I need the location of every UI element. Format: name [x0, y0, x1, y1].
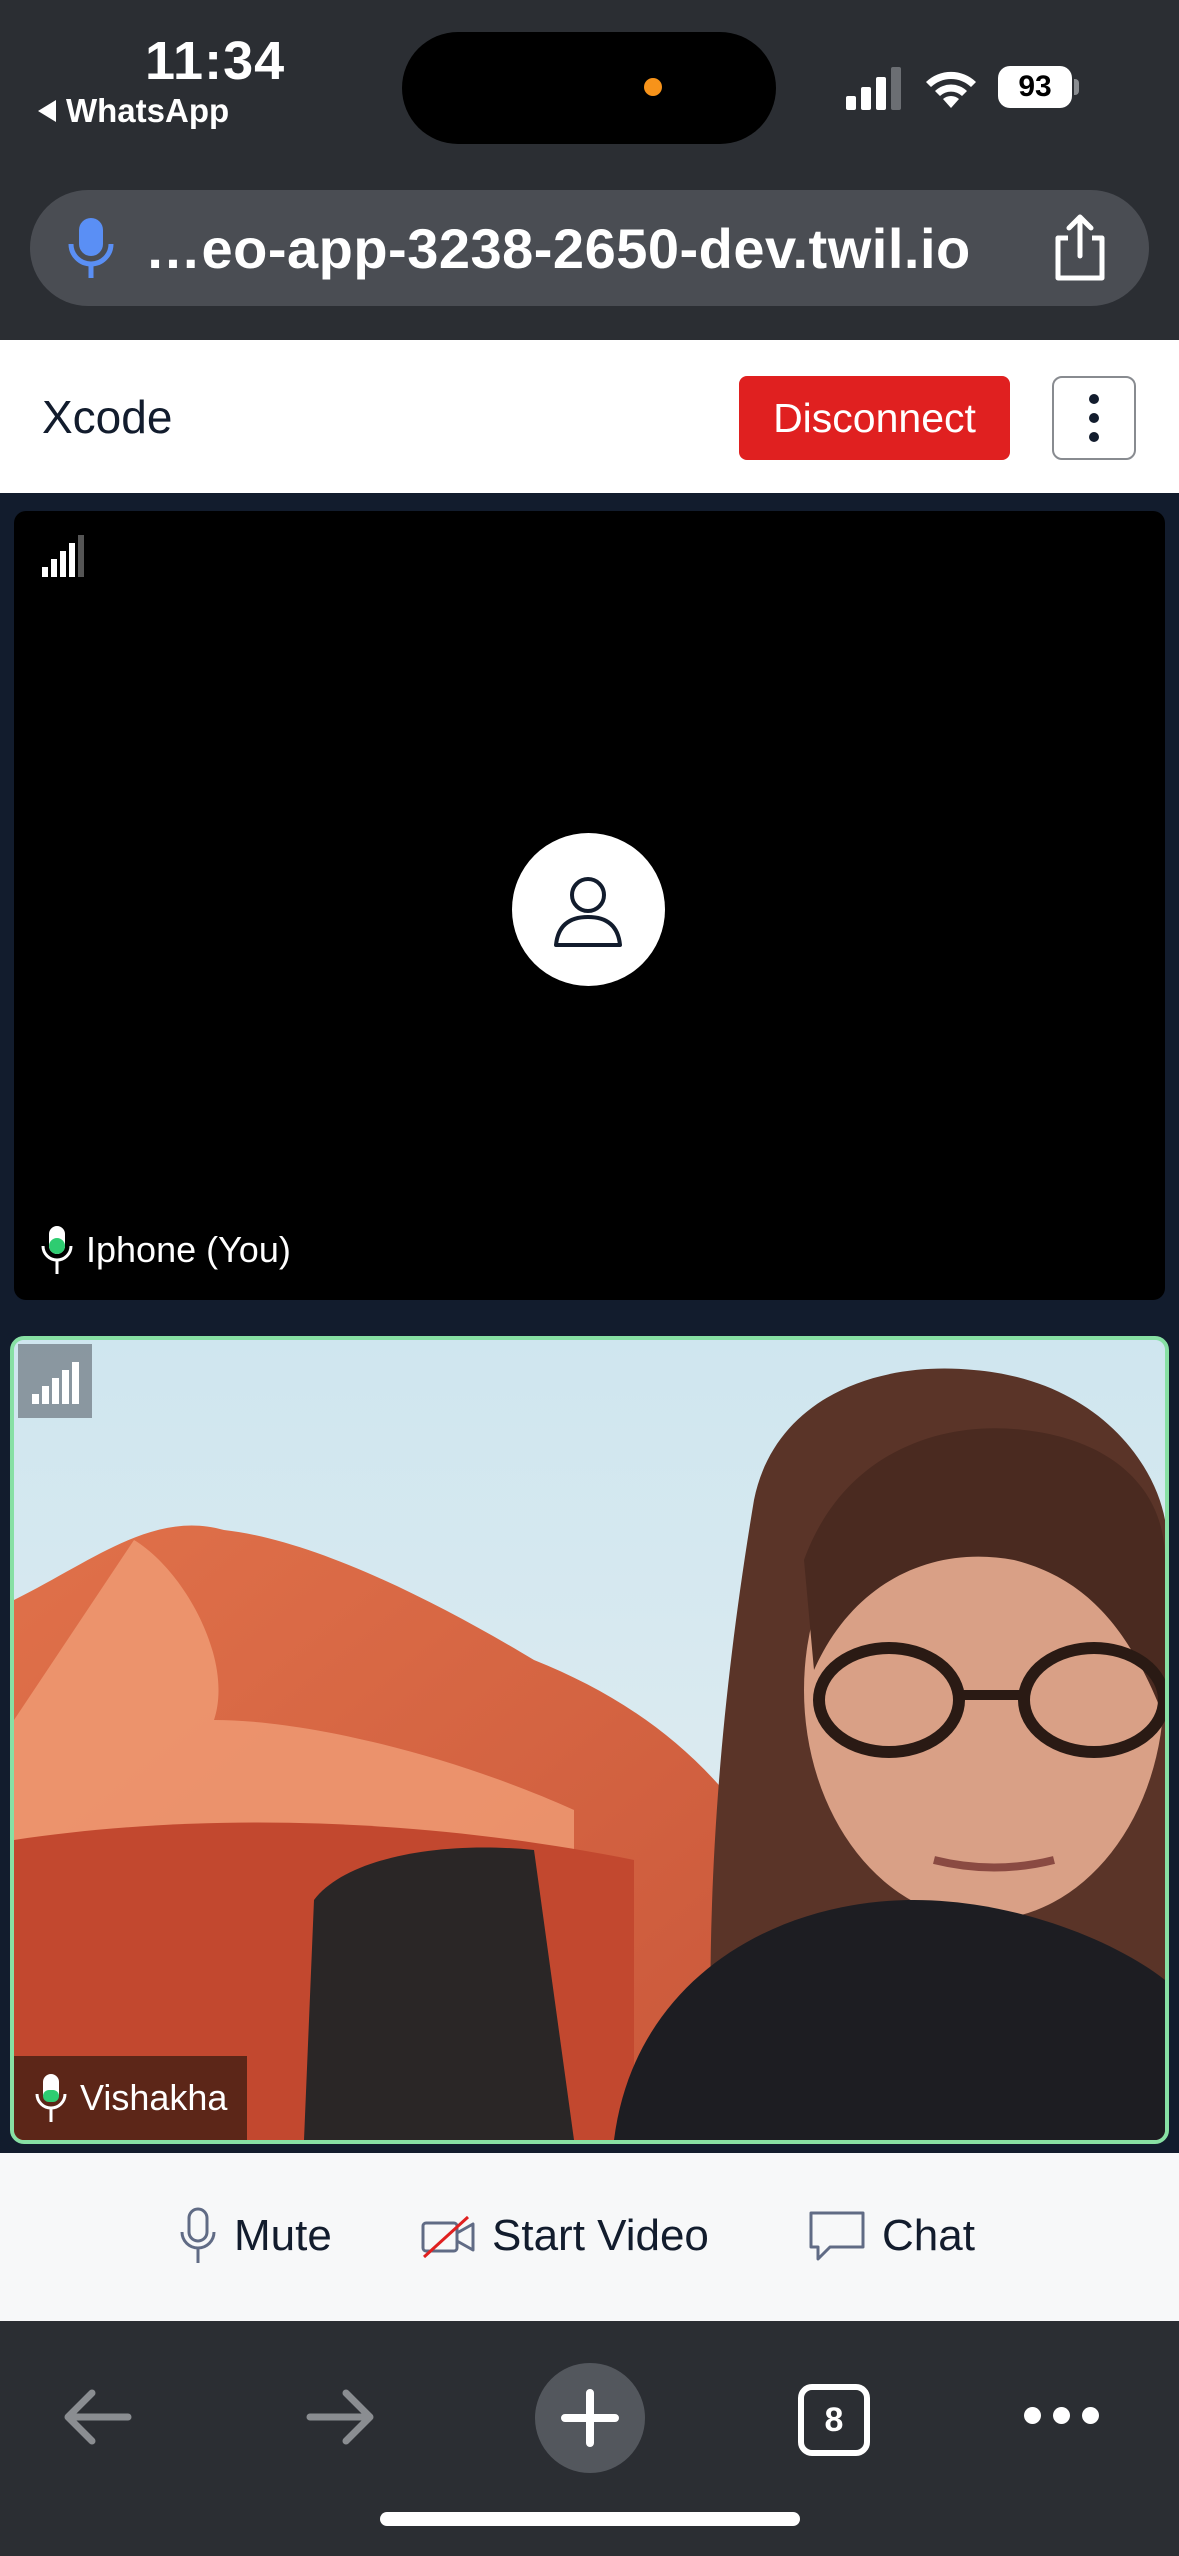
home-indicator[interactable] — [380, 2512, 800, 2526]
mute-button[interactable]: Mute — [178, 2201, 332, 2271]
back-arrow-icon[interactable] — [58, 2385, 134, 2449]
more-menu-button[interactable] — [1024, 2407, 1099, 2424]
back-app-label: WhatsApp — [66, 92, 230, 129]
network-quality-indicator — [18, 1344, 92, 1418]
forward-arrow-icon[interactable] — [304, 2385, 380, 2449]
mute-label: Mute — [234, 2211, 332, 2260]
wifi-icon — [926, 71, 976, 108]
battery-icon: 93 — [998, 66, 1079, 108]
participant-tile-local[interactable]: Iphone (You) — [14, 511, 1165, 1300]
person-icon — [554, 877, 622, 947]
cellular-signal-icon — [846, 67, 901, 110]
more-dots-icon — [1024, 2407, 1041, 2424]
address-bar[interactable]: …eo-app-3238-2650-dev.twil.io — [30, 190, 1149, 306]
tabs-button[interactable]: 8 — [798, 2384, 870, 2456]
plus-icon — [561, 2389, 619, 2447]
participant-grid: Iphone (You) Vishakha — [0, 493, 1179, 2153]
url-text[interactable]: …eo-app-3238-2650-dev.twil.io — [145, 216, 971, 281]
new-tab-button[interactable] — [535, 2363, 645, 2473]
back-to-app-link[interactable]: WhatsApp — [38, 92, 229, 130]
call-controls: Mute Start Video Chat — [0, 2153, 1179, 2321]
status-bar: 11:34 WhatsApp 93 — [0, 0, 1179, 180]
network-quality-icon — [32, 1362, 79, 1404]
participant-name: Vishakha — [80, 2077, 228, 2118]
microphone-icon — [180, 2207, 216, 2263]
share-icon[interactable] — [1050, 212, 1110, 282]
chat-icon — [809, 2211, 865, 2261]
chat-label: Chat — [882, 2211, 975, 2260]
microphone-icon — [35, 2074, 67, 2122]
chat-button[interactable]: Chat — [808, 2201, 975, 2271]
recording-indicator-dot — [644, 78, 662, 96]
microphone-icon[interactable] — [64, 216, 118, 280]
avatar — [512, 833, 665, 986]
participant-video-feed — [14, 1340, 1165, 2140]
vertical-ellipsis-icon — [1089, 394, 1099, 404]
battery-level: 93 — [998, 66, 1072, 108]
participant-label: Vishakha — [14, 2056, 248, 2140]
start-video-label: Start Video — [492, 2211, 709, 2260]
menu-button[interactable] — [1052, 376, 1136, 460]
room-name: Xcode — [42, 391, 173, 443]
room-header: Xcode Disconnect — [0, 340, 1179, 493]
participant-tile-remote[interactable]: Vishakha — [10, 1336, 1169, 2144]
start-video-button[interactable]: Start Video — [420, 2201, 709, 2271]
back-arrow-icon — [38, 100, 56, 122]
participant-label: Iphone (You) — [28, 1214, 303, 1286]
participant-name: Iphone (You) — [86, 1229, 291, 1270]
microphone-icon — [41, 1226, 73, 1274]
video-off-icon — [421, 2215, 475, 2259]
disconnect-button[interactable]: Disconnect — [739, 376, 1010, 460]
network-quality-icon — [42, 535, 84, 577]
dynamic-island — [402, 32, 776, 144]
status-time: 11:34 — [145, 31, 286, 91]
